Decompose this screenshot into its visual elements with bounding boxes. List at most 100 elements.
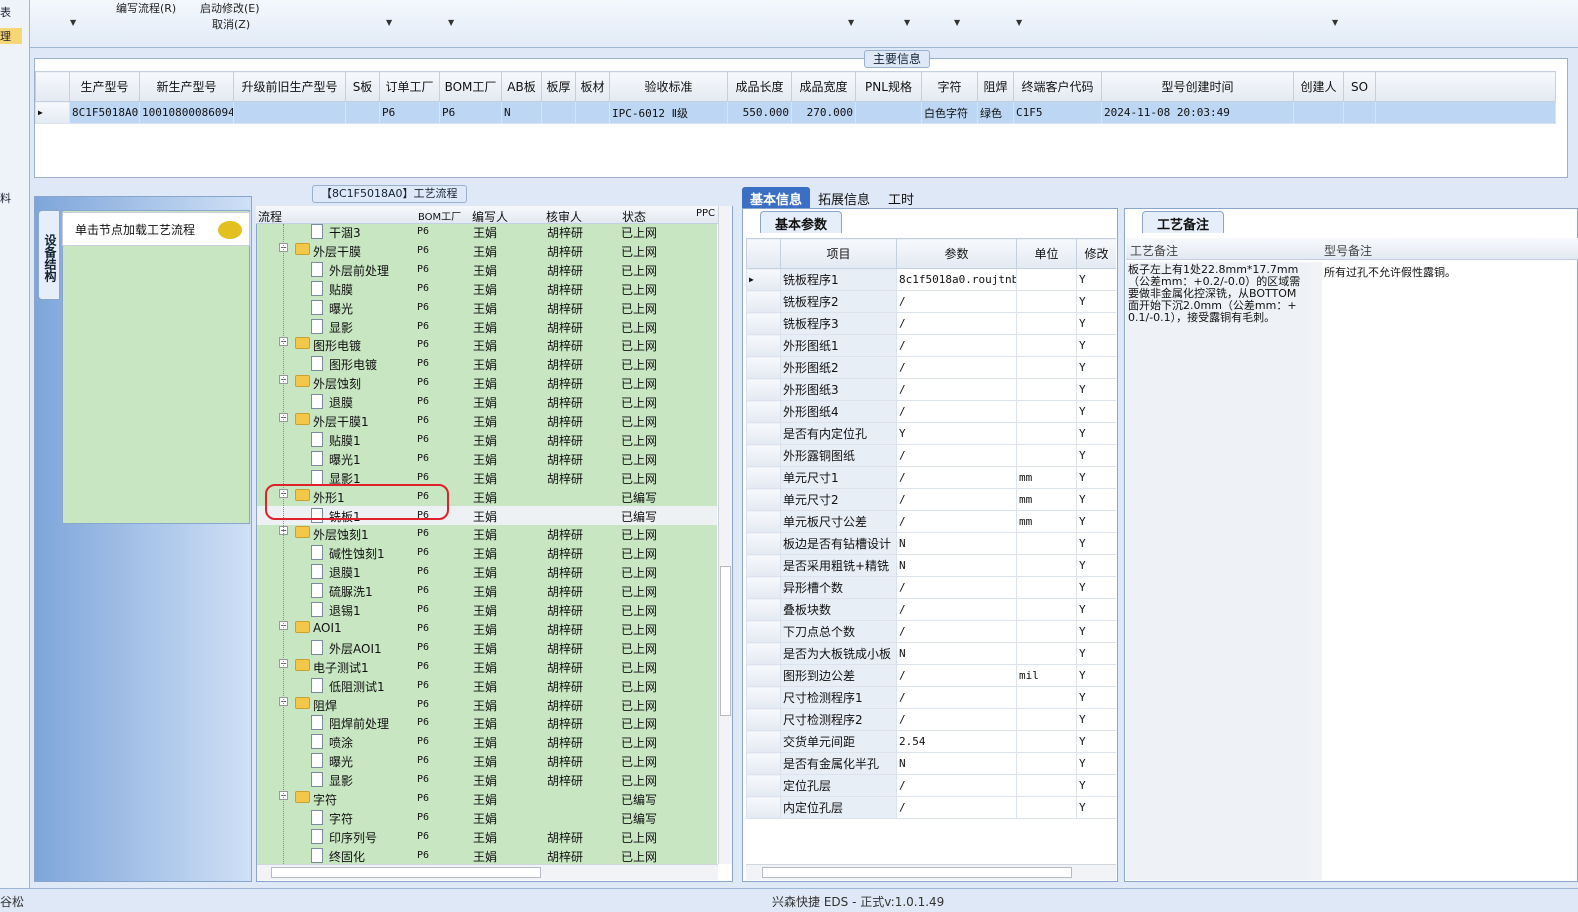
param-unit[interactable] (1016, 290, 1077, 313)
row-header[interactable] (746, 796, 781, 819)
process-tree-row[interactable]: 阻焊前处理 P6 王娟 胡梓研 已上网 (257, 713, 717, 732)
row-header[interactable] (746, 488, 781, 511)
process-tree-row[interactable]: 退膜1 P6 王娟 胡梓研 已上网 (257, 562, 717, 581)
param-unit[interactable] (1016, 774, 1077, 797)
param-value[interactable]: / (896, 334, 1017, 357)
param-modifiable[interactable]: Y (1076, 664, 1116, 687)
param-modifiable[interactable]: Y (1076, 796, 1116, 819)
row-header[interactable] (746, 290, 781, 313)
tab-extended-info[interactable]: 拓展信息 (810, 187, 878, 208)
param-unit[interactable] (1016, 422, 1077, 445)
param-modifiable[interactable]: Y (1076, 620, 1116, 643)
param-item[interactable]: 铣板程序1 (780, 268, 897, 291)
tab-work-hours[interactable]: 工时 (880, 187, 922, 208)
row-header[interactable] (746, 444, 781, 467)
main-cell[interactable] (575, 101, 610, 124)
param-row[interactable]: 铣板程序3/ Y (746, 312, 1116, 335)
process-tree-row[interactable]: 低阻测试1 P6 王娟 胡梓研 已上网 (257, 676, 717, 695)
param-col-header[interactable]: 参数 (896, 238, 1017, 269)
param-item[interactable]: 是否有内定位孔 (780, 422, 897, 445)
param-unit[interactable] (1016, 334, 1077, 357)
param-item[interactable]: 尺寸检测程序2 (780, 708, 897, 731)
row-header[interactable] (746, 576, 781, 599)
col-header-status[interactable]: 状态 (622, 208, 646, 225)
row-header[interactable] (746, 774, 781, 797)
param-item[interactable]: 异形槽个数 (780, 576, 897, 599)
param-row[interactable]: 是否有内定位孔 Y Y (746, 422, 1116, 445)
param-value[interactable]: / (896, 378, 1017, 401)
param-row[interactable]: 尺寸检测程序1/ Y (746, 686, 1116, 709)
row-header[interactable] (746, 752, 781, 775)
param-item[interactable]: 单元尺寸2 (780, 488, 897, 511)
param-modifiable[interactable]: Y (1076, 774, 1116, 797)
row-header[interactable] (746, 686, 781, 709)
param-row[interactable]: 外形图纸3/ Y (746, 378, 1116, 401)
param-modifiable[interactable]: Y (1076, 598, 1116, 621)
process-remarks-title[interactable]: 工艺备注 (1142, 211, 1224, 233)
param-item[interactable]: 单元尺寸1 (780, 466, 897, 489)
param-row[interactable]: 铣板程序2/ Y (746, 290, 1116, 313)
col-header-ppc[interactable]: PPC (696, 208, 715, 219)
process-tree-row[interactable]: 硫脲洗1 P6 王娟 胡梓研 已上网 (257, 581, 717, 600)
main-col-header[interactable]: 订单工厂 (379, 71, 440, 102)
main-col-header[interactable]: 创建人 (1293, 71, 1344, 102)
main-cell[interactable]: 8C1F5018A0 (69, 101, 140, 124)
param-row[interactable]: 外形图纸2/ Y (746, 356, 1116, 379)
main-col-header[interactable]: 板材 (575, 71, 610, 102)
param-unit[interactable]: mm (1016, 488, 1077, 511)
main-col-header[interactable]: BOM工厂 (439, 71, 502, 102)
param-row[interactable]: 异形槽个数 / Y (746, 576, 1116, 599)
param-row[interactable]: 是否采用粗铣+精铣 N Y (746, 554, 1116, 577)
row-header[interactable] (746, 422, 781, 445)
param-modifiable[interactable]: Y (1076, 642, 1116, 665)
row-header[interactable] (746, 642, 781, 665)
param-value[interactable]: 2.54 (896, 730, 1017, 753)
param-row[interactable]: 交货单元间距 2.54 Y (746, 730, 1116, 753)
main-col-header[interactable]: 板厚 (541, 71, 576, 102)
process-tree-row[interactable]: 印序列号 P6 王娟 胡梓研 已上网 (257, 827, 717, 846)
param-col-header[interactable]: 修改 (1076, 238, 1116, 269)
main-cell[interactable]: 绿色 (977, 101, 1014, 124)
param-value[interactable]: N (896, 554, 1017, 577)
main-col-header[interactable]: AB板 (501, 71, 542, 102)
param-modifiable[interactable]: Y (1076, 400, 1116, 423)
tree-horizontal-scrollbar[interactable] (257, 864, 718, 880)
process-tree-row[interactable]: − 阻焊 P6 王娟 胡梓研 已上网 (257, 695, 717, 714)
param-row[interactable]: 下刀点总个数 / Y (746, 620, 1116, 643)
main-cell[interactable]: 2024-11-08 20:03:49 (1101, 101, 1294, 124)
param-value[interactable]: / (896, 774, 1017, 797)
param-row[interactable]: 图形到边公差 / mil Y (746, 664, 1116, 687)
param-item[interactable]: 外形图纸4 (780, 400, 897, 423)
model-note-text[interactable]: 所有过孔不允许假性露铜。 (1322, 262, 1572, 880)
param-item[interactable]: 外形图纸2 (780, 356, 897, 379)
menu-start-modify[interactable]: 启动修改(E) (200, 0, 260, 16)
main-cell[interactable]: C1F5 (1013, 101, 1102, 124)
param-item[interactable]: 交货单元间距 (780, 730, 897, 753)
row-header[interactable] (746, 312, 781, 335)
param-item[interactable]: 尺寸检测程序1 (780, 686, 897, 709)
param-row[interactable]: 外形图纸1/ Y (746, 334, 1116, 357)
process-tree-row[interactable]: 喷涂 P6 王娟 胡梓研 已上网 (257, 732, 717, 751)
param-unit[interactable] (1016, 576, 1077, 599)
main-cell[interactable]: 10010800086094 (139, 101, 234, 124)
remarks-scrollbar[interactable] (1308, 262, 1322, 880)
param-row[interactable]: 叠板块数 / Y (746, 598, 1116, 621)
main-cell[interactable]: IPC-6012 Ⅱ级 (609, 101, 728, 124)
param-value[interactable]: / (896, 510, 1017, 533)
param-value[interactable]: Y (896, 422, 1017, 445)
row-header[interactable] (746, 510, 781, 533)
param-row[interactable]: 内定位孔层 / Y (746, 796, 1116, 819)
process-tree-row[interactable]: 字符 P6 王娟 已编写 (257, 808, 717, 827)
main-col-header[interactable]: 生产型号 (69, 71, 140, 102)
row-header[interactable] (746, 554, 781, 577)
tree-vertical-scrollbar[interactable] (718, 206, 732, 864)
param-row[interactable]: 定位孔层 / Y (746, 774, 1116, 797)
param-modifiable[interactable]: Y (1076, 422, 1116, 445)
param-modifiable[interactable]: Y (1076, 378, 1116, 401)
param-item[interactable]: 图形到边公差 (780, 664, 897, 687)
process-tree-row[interactable]: 外层前处理 P6 王娟 胡梓研 已上网 (257, 260, 717, 279)
param-value[interactable]: / (896, 620, 1017, 643)
param-unit[interactable] (1016, 400, 1077, 423)
main-col-header[interactable]: 成品长度 (727, 71, 792, 102)
param-unit[interactable]: mil (1016, 664, 1077, 687)
